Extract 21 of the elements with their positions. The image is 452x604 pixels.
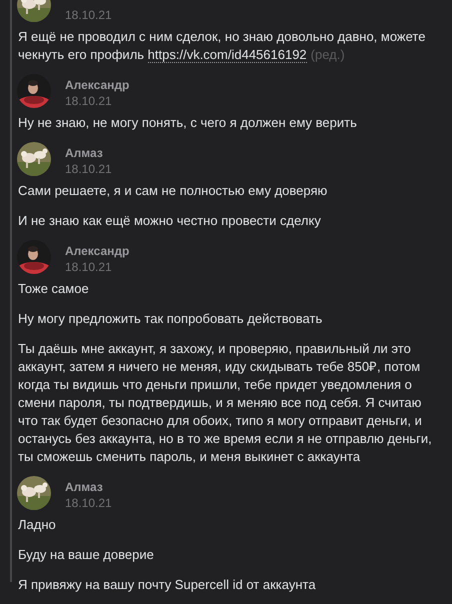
message-text: И не знаю как ещё можно честно провести сделку	[18, 212, 322, 230]
message-text: Тоже самое	[18, 280, 90, 298]
message-text: Сами решаете, я и сам не полностью ему доверяю	[18, 182, 328, 200]
message-text: Ну не знаю, не могу понять, с чего я должен ему верить	[18, 114, 358, 132]
author-name: Алмаз	[65, 479, 104, 495]
message-date: 18.10.21	[65, 7, 112, 23]
message-date: 18.10.21	[65, 259, 113, 275]
edited-mark: (ред.)	[310, 47, 345, 62]
message-text: Я привяжу на вашу почту Supercell id от аккаунта	[18, 576, 317, 594]
message-date: 18.10.21	[65, 161, 112, 177]
message-date: 18.10.21	[65, 93, 113, 109]
author-name: Александр	[65, 77, 130, 93]
profile-link[interactable]: https://vk.com/id445616192	[148, 47, 307, 63]
message-text: Ладно	[18, 516, 57, 534]
author-name: Александр	[65, 243, 130, 259]
message-date: 18.10.21	[65, 495, 112, 511]
message-text: Буду на ваше доверие	[18, 546, 155, 564]
message-text: Ну могу предложить так попробовать действовать	[18, 310, 324, 328]
author-name: Алмаз	[65, 145, 104, 161]
message-text: Я ещё не проводил с ним сделок, но знаю довольно давно, можете чекнуть его профиль https://vk.com/id445616192 (ред.)	[18, 28, 426, 64]
message-text: Ты даёшь мне аккаунт, я захожу, и проверяю, правильный ли это аккаунт, затем я ничего не меняя, иду скидывать тебе 850₽, потом когда ты видишь что деньги пришли, тебе придет уведомления о смени пароля, ты подтвердишь, и я меняю все под себя. Я считаю что так будет безопасно для обоих, типо я могу отправит деньги, и останусь без аккаунта, но в то же время если я не отправлю деньги, ты сможешь сменить пароль, и меня выкинет с аккаунта	[18, 340, 433, 466]
